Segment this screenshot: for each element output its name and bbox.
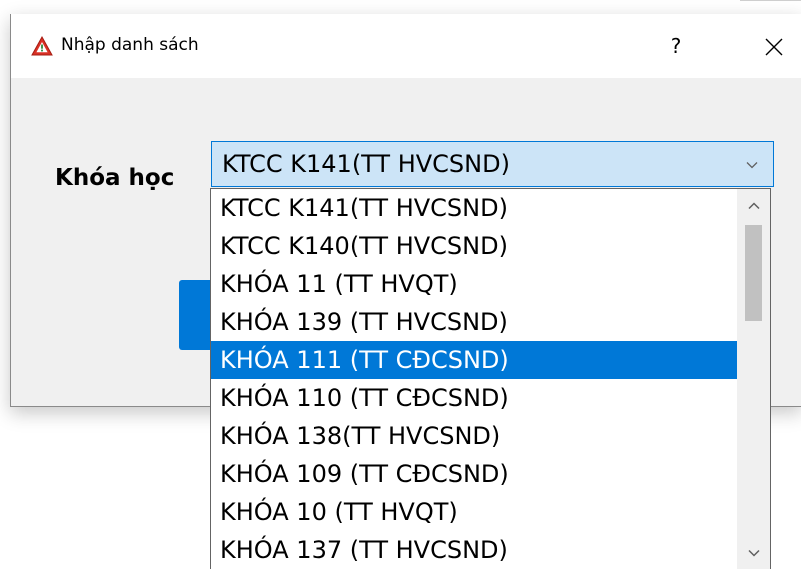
list-item-highlighted[interactable]: KHÓA 111 (TT CĐCSND) [211,341,738,379]
dialog-title: Nhập danh sách [61,35,199,55]
dialog-titlebar: Nhập danh sách ? [11,14,801,78]
chevron-down-icon[interactable] [745,158,759,172]
scrollbar-thumb[interactable] [745,225,762,321]
list-item[interactable]: KHÓA 110 (TT CĐCSND) [211,379,738,417]
course-combobox[interactable]: KTCC K141(TT HVCSND) [211,141,774,187]
dropdown-scrollbar[interactable] [737,189,770,569]
close-button[interactable] [751,28,797,64]
list-item[interactable]: KTCC K140(TT HVCSND) [211,227,738,265]
chevron-up-icon [747,202,760,210]
dropdown-items: KTCC K141(TT HVCSND) KTCC K140(TT HVCSND… [211,189,738,569]
help-button[interactable]: ? [653,28,699,64]
course-dropdown-list[interactable]: KTCC K141(TT HVCSND) KTCC K140(TT HVCSND… [210,188,771,569]
chevron-down-icon [747,549,760,557]
background-window-border [740,0,801,15]
list-item[interactable]: KTCC K141(TT HVCSND) [211,189,738,227]
list-item[interactable]: KHÓA 138(TT HVCSND) [211,417,738,455]
course-label: Khóa học [55,165,175,191]
warning-triangle-icon [31,35,53,56]
course-selected-value: KTCC K141(TT HVCSND) [222,150,510,178]
close-icon [765,38,783,55]
background-window-edge [0,0,801,14]
list-item[interactable]: KHÓA 11 (TT HVQT) [211,265,738,303]
list-item[interactable]: KHÓA 109 (TT CĐCSND) [211,455,738,493]
list-item[interactable]: KHÓA 10 (TT HVQT) [211,493,738,531]
list-item[interactable]: KHÓA 139 (TT HVCSND) [211,303,738,341]
scroll-up-button[interactable] [737,189,770,219]
scroll-down-button[interactable] [737,540,770,569]
list-item[interactable]: KHÓA 137 (TT HVCSND) [211,531,738,569]
